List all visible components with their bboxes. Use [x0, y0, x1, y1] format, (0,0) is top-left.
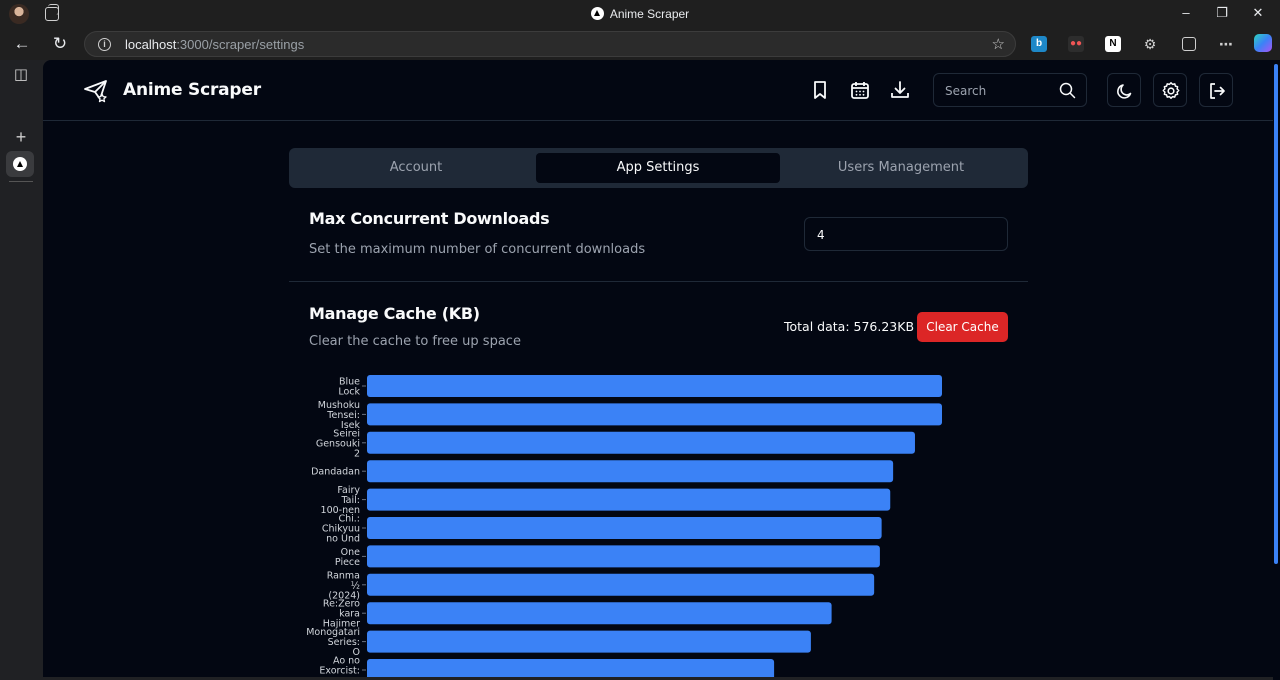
app-header: Anime Scraper Search	[43, 60, 1273, 121]
cache-bar[interactable]	[367, 403, 942, 426]
logout-icon	[1210, 83, 1225, 99]
search-input[interactable]: Search	[933, 73, 1087, 107]
collections-icon[interactable]	[1182, 37, 1196, 51]
back-button[interactable]: ←	[12, 34, 32, 54]
app-viewport: Anime Scraper Search Account App Setting…	[43, 60, 1273, 677]
cache-bar-chart: Blue LockMushoku Tensei: IsekSeirei Gensouki…	[306, 375, 942, 678]
extensions-puzzle-icon[interactable]: ⚙	[1142, 36, 1158, 52]
minimize-button[interactable]: –	[1178, 5, 1194, 21]
cache-bar[interactable]	[367, 375, 942, 397]
refresh-button[interactable]: ↻	[50, 34, 70, 54]
cache-bar[interactable]	[367, 545, 880, 568]
site-favicon-icon	[590, 7, 604, 20]
moon-icon	[1117, 84, 1132, 99]
cache-bar[interactable]	[367, 488, 891, 511]
tab-users-management[interactable]: Users Management	[779, 153, 1023, 183]
search-icon	[1059, 82, 1076, 99]
y-axis-tick-label: Ao noExorcist:...	[319, 656, 360, 678]
y-axis-tick-label: Re:Zero kara Hajimer	[323, 599, 360, 630]
cache-bar[interactable]	[367, 602, 832, 625]
bookmark-icon[interactable]	[809, 79, 831, 101]
theme-toggle-button[interactable]	[1107, 73, 1141, 107]
rail-divider	[9, 181, 33, 182]
tab-panel-icon[interactable]: ◫	[11, 65, 31, 85]
cache-bar[interactable]	[367, 573, 875, 596]
extension-b-icon[interactable]: b	[1031, 36, 1047, 52]
y-axis-tick-label: Monogatari Series: O	[306, 627, 360, 658]
url-field[interactable]: i localhost:3000/scraper/settings ☆	[84, 31, 1016, 57]
calendar-icon[interactable]	[849, 79, 871, 101]
tab-favicon-icon	[13, 157, 27, 171]
address-bar-row: ← ↻ i localhost:3000/scraper/settings ☆ …	[0, 28, 1280, 60]
cache-bar[interactable]	[367, 517, 882, 539]
downloads-description: Set the maximum number of concurrent dow…	[309, 242, 646, 257]
cache-title: Manage Cache (KB)	[309, 304, 480, 323]
clear-cache-button[interactable]: Clear Cache	[917, 312, 1008, 342]
search-placeholder: Search	[945, 84, 987, 98]
section-divider	[289, 281, 1028, 282]
max-downloads-input[interactable]: 4	[804, 217, 1008, 251]
y-axis-tick-label: Mushoku Tensei: Isek	[318, 400, 361, 431]
extension-notion-icon[interactable]: N	[1105, 36, 1121, 52]
url-text: localhost:3000/scraper/settings	[125, 37, 305, 52]
total-data-label: Total data: 576.23KB	[784, 319, 915, 334]
active-tab[interactable]	[6, 151, 34, 177]
y-axis-tick-label: One Piece	[335, 547, 360, 568]
y-axis-tick-label: Ranma ½ (2024)	[327, 570, 360, 601]
download-icon[interactable]	[889, 79, 911, 101]
settings-button[interactable]	[1153, 73, 1187, 107]
downloads-title: Max Concurrent Downloads	[309, 209, 550, 228]
logout-button[interactable]	[1199, 73, 1233, 107]
copilot-icon[interactable]	[1254, 34, 1272, 52]
cache-bar[interactable]	[367, 630, 811, 653]
cache-description: Clear the cache to free up space	[309, 334, 521, 349]
tab-account[interactable]: Account	[294, 153, 538, 183]
y-axis-tick-label: Seirei Gensouki 2	[316, 428, 360, 459]
new-tab-icon[interactable]: +	[11, 127, 31, 147]
y-axis-tick-label: Blue Lock	[338, 377, 360, 398]
y-axis-tick-label: Dandadan	[311, 467, 360, 478]
browser-vertical-tabs: ◫ +	[0, 60, 42, 680]
cache-bar[interactable]	[367, 460, 894, 483]
y-axis-tick-label: Chi.: Chikyuu no Und	[322, 514, 360, 545]
more-menu-icon[interactable]: ⋯	[1218, 36, 1234, 52]
restore-button[interactable]: ❐	[1214, 5, 1230, 21]
app-logo-icon	[84, 80, 107, 103]
gear-icon	[1162, 82, 1180, 99]
app-brand[interactable]: Anime Scraper	[123, 80, 261, 100]
bookmark-star-icon[interactable]: ☆	[992, 35, 1005, 53]
close-window-button[interactable]: ✕	[1250, 5, 1266, 21]
site-info-icon[interactable]: i	[98, 38, 111, 51]
browser-titlebar: Anime Scraper – ❐ ✕	[0, 0, 1280, 28]
settings-tabs: Account App Settings Users Management	[289, 148, 1028, 188]
extension-mask-icon[interactable]: ●●	[1068, 36, 1084, 52]
y-axis-tick-label: Fairy Tail: 100-nen	[321, 485, 361, 516]
cache-bar[interactable]	[367, 431, 915, 454]
tab-app-settings[interactable]: App Settings	[536, 153, 780, 183]
scrollbar-thumb[interactable]	[1274, 64, 1278, 564]
window-title: Anime Scraper	[0, 7, 1280, 21]
page-scrollbar[interactable]	[1273, 60, 1280, 680]
cache-bar[interactable]	[367, 659, 775, 677]
